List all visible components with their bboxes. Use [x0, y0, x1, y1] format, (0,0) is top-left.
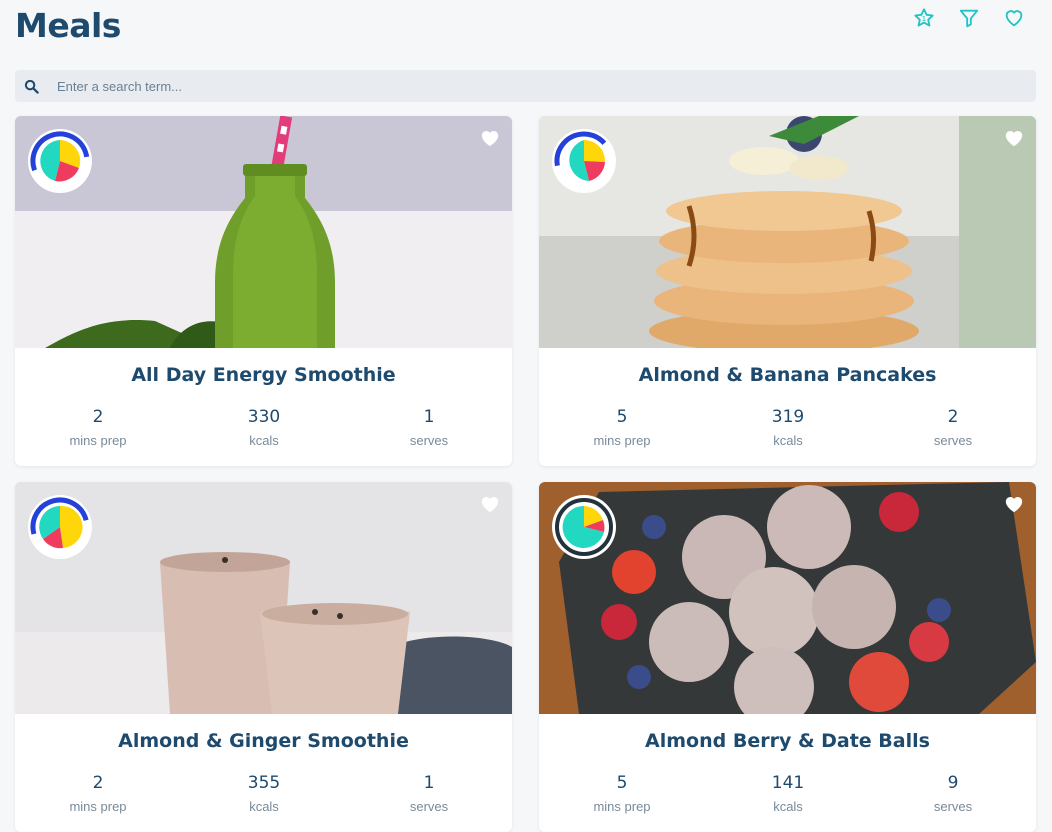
serves-stat: 1 serves — [364, 407, 494, 448]
macro-chart — [552, 495, 616, 559]
star-icon[interactable]: 1 — [913, 7, 935, 29]
serves-stat: 9 serves — [888, 773, 1018, 814]
kcals-stat: 141 kcals — [723, 773, 853, 814]
meal-name[interactable]: Almond Berry & Date Balls — [539, 730, 1036, 752]
serves-label: serves — [409, 799, 449, 814]
macro-chart — [28, 495, 92, 559]
filter-icon[interactable] — [958, 7, 980, 29]
meal-card[interactable]: All Day Energy Smoothie 2 mins prep 330 … — [15, 116, 512, 466]
kcals-value: 330 — [247, 407, 281, 427]
prep-value: 2 — [92, 773, 104, 793]
kcals-label: kcals — [773, 433, 803, 448]
page-title: Meals — [15, 6, 121, 45]
favorite-heart-icon[interactable] — [1004, 129, 1024, 147]
serves-value: 2 — [947, 407, 959, 427]
kcals-value: 319 — [771, 407, 805, 427]
serves-label: serves — [933, 799, 973, 814]
prep-value: 5 — [616, 773, 628, 793]
serves-label: serves — [409, 433, 449, 448]
svg-text:1: 1 — [922, 14, 927, 23]
kcals-label: kcals — [773, 799, 803, 814]
search-icon — [24, 79, 39, 94]
favorite-heart-icon[interactable] — [1004, 495, 1024, 513]
kcals-value: 141 — [771, 773, 805, 793]
meal-card[interactable]: Almond Berry & Date Balls 5 mins prep 14… — [539, 482, 1036, 832]
macro-chart — [28, 129, 92, 193]
heart-icon[interactable] — [1003, 7, 1025, 29]
kcals-stat: 319 kcals — [723, 407, 853, 448]
serves-stat: 1 serves — [364, 773, 494, 814]
prep-label: mins prep — [593, 433, 651, 448]
meal-name[interactable]: All Day Energy Smoothie — [15, 364, 512, 386]
meal-card[interactable]: Almond & Ginger Smoothie 2 mins prep 355… — [15, 482, 512, 832]
kcals-value: 355 — [247, 773, 281, 793]
kcals-label: kcals — [249, 799, 279, 814]
prep-stat: 2 mins prep — [33, 773, 163, 814]
kcals-stat: 330 kcals — [199, 407, 329, 448]
favorite-heart-icon[interactable] — [480, 129, 500, 147]
serves-stat: 2 serves — [888, 407, 1018, 448]
search-bar — [15, 70, 1036, 102]
meal-name[interactable]: Almond & Ginger Smoothie — [15, 730, 512, 752]
meal-card[interactable]: Almond & Banana Pancakes 5 mins prep 319… — [539, 116, 1036, 466]
prep-label: mins prep — [593, 799, 651, 814]
prep-stat: 5 mins prep — [557, 773, 687, 814]
serves-value: 1 — [423, 407, 435, 427]
prep-stat: 2 mins prep — [33, 407, 163, 448]
prep-label: mins prep — [69, 799, 127, 814]
search-input[interactable] — [57, 70, 1017, 102]
serves-value: 9 — [947, 773, 959, 793]
page-header: Meals 1 — [0, 0, 1052, 60]
prep-label: mins prep — [69, 433, 127, 448]
prep-value: 2 — [92, 407, 104, 427]
macro-chart — [552, 129, 616, 193]
prep-value: 5 — [616, 407, 628, 427]
favorite-heart-icon[interactable] — [480, 495, 500, 513]
kcals-stat: 355 kcals — [199, 773, 329, 814]
serves-value: 1 — [423, 773, 435, 793]
kcals-label: kcals — [249, 433, 279, 448]
serves-label: serves — [933, 433, 973, 448]
prep-stat: 5 mins prep — [557, 407, 687, 448]
meal-name[interactable]: Almond & Banana Pancakes — [539, 364, 1036, 386]
